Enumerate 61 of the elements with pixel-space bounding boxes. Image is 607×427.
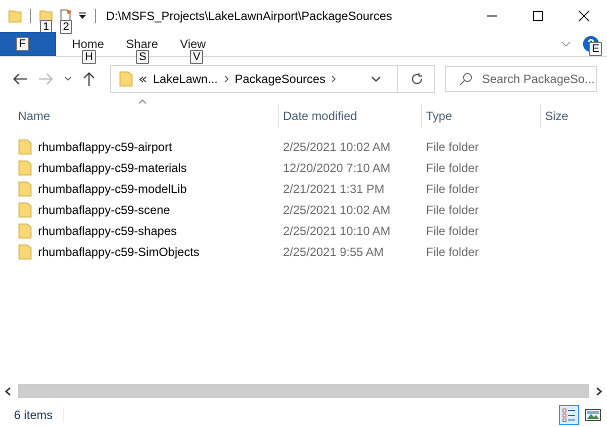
- scroll-right-icon[interactable]: [595, 386, 603, 396]
- chevron-right-icon[interactable]: [224, 75, 229, 83]
- sort-ascending-icon: [138, 99, 147, 104]
- file-name[interactable]: rhumbaflappy-c59-shapes: [38, 224, 177, 238]
- window-title: D:\MSFS_Projects\LakeLawnAirport\PackageSources: [106, 9, 392, 23]
- keytip: F: [16, 37, 29, 51]
- column-header[interactable]: Type: [422, 104, 541, 128]
- ribbon-tab[interactable]: Home: [72, 37, 104, 51]
- search-icon: [459, 72, 473, 86]
- file-tab[interactable]: F: [0, 32, 56, 56]
- file-name[interactable]: rhumbaflappy-c59-scene: [38, 202, 170, 216]
- chevron-down-icon[interactable]: [64, 76, 72, 82]
- details-view-button[interactable]: [559, 404, 579, 424]
- folder-icon: [8, 9, 22, 23]
- address-bar[interactable]: LakeLawn... PackageSources: [110, 65, 435, 93]
- file-name[interactable]: rhumbaflappy-c59-SimObjects: [38, 244, 200, 258]
- keytip: E: [589, 42, 602, 56]
- chevron-right-icon[interactable]: [331, 75, 336, 83]
- folder-icon: [18, 222, 32, 238]
- date-cell-text: 2/25/2021 10:02 AM: [283, 140, 392, 154]
- ribbon-tab[interactable]: Share: [126, 37, 158, 51]
- scrollbar-thumb[interactable]: [18, 384, 589, 398]
- file-name[interactable]: rhumbaflappy-c59-airport: [38, 140, 172, 154]
- file-name[interactable]: rhumbaflappy-c59-materials: [38, 160, 187, 174]
- date-cell-text: 2/25/2021 9:55 AM: [283, 244, 385, 258]
- date-cell-text: 2/25/2021 10:02 AM: [283, 202, 392, 216]
- keytip: S: [136, 50, 150, 64]
- chevron-down-icon[interactable]: [371, 76, 381, 82]
- back-arrow-icon[interactable]: [12, 72, 28, 86]
- search-field[interactable]: Search PackageSo...: [445, 66, 597, 92]
- column-header[interactable]: Date modified: [279, 104, 422, 128]
- type-cell-text: File folder: [426, 140, 480, 154]
- folder-icon: [18, 202, 32, 218]
- breadcrumb[interactable]: PackageSources: [234, 72, 326, 86]
- up-arrow-icon[interactable]: [82, 71, 96, 87]
- folder-icon: [18, 244, 32, 260]
- date-cell-text: 12/20/2020 7:10 AM: [283, 160, 392, 174]
- type-cell-text: File folder: [426, 224, 480, 238]
- file-name[interactable]: rhumbaflappy-c59-modelLib: [38, 182, 187, 196]
- double-chevron-icon: [139, 76, 147, 82]
- scroll-left-icon[interactable]: [4, 386, 12, 396]
- date-cell-text: 2/25/2021 10:10 AM: [283, 224, 392, 238]
- type-cell-text: File folder: [426, 244, 480, 258]
- type-cell-text: File folder: [426, 202, 480, 216]
- keytip: 2: [60, 20, 72, 34]
- column-header[interactable]: Name: [14, 104, 279, 128]
- folder-icon: [18, 180, 32, 196]
- refresh-icon[interactable]: [410, 72, 424, 86]
- type-cell-text: File folder: [426, 182, 480, 196]
- folder-icon: [119, 71, 133, 87]
- breadcrumb[interactable]: LakeLawn...: [153, 72, 218, 86]
- ribbon-tab[interactable]: View: [180, 37, 206, 51]
- keytip: V: [190, 50, 204, 64]
- column-header[interactable]: Size: [541, 104, 607, 128]
- item-count: 6 items: [14, 408, 64, 422]
- folder-icon: [18, 160, 32, 176]
- folder-icon: [18, 138, 32, 154]
- date-cell-text: 2/21/2021 1:31 PM: [283, 182, 386, 196]
- type-cell-text: File folder: [426, 160, 480, 174]
- dropdown-icon[interactable]: [78, 12, 87, 20]
- keytip: H: [82, 50, 96, 64]
